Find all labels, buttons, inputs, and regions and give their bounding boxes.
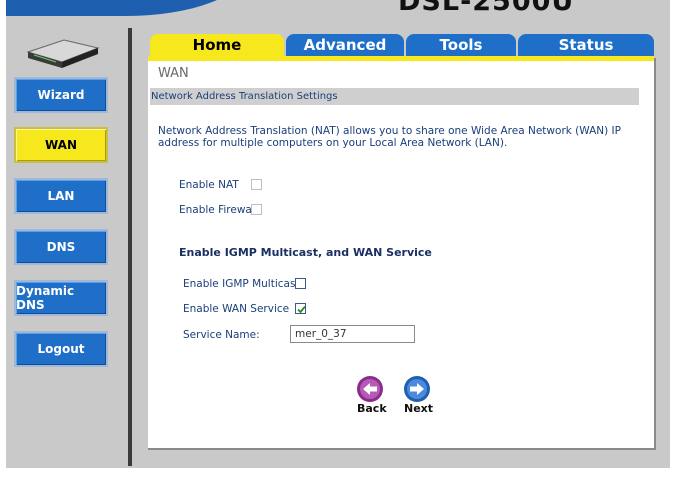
sidebar-item-dns[interactable]: DNS (14, 229, 108, 265)
left-arrow-circle-icon[interactable] (356, 375, 384, 403)
tab-tools[interactable]: Tools (406, 34, 516, 56)
tab-status[interactable]: Status (518, 34, 654, 56)
tab-label: Home (192, 36, 242, 54)
sidebar-item-label: Wizard (37, 88, 85, 102)
sidebar-item-wan[interactable]: WAN (14, 127, 108, 163)
tab-label: Advanced (303, 36, 387, 54)
tab-home[interactable]: Home (150, 34, 284, 56)
page-title: WAN (158, 66, 189, 81)
service-name-input[interactable] (290, 325, 415, 343)
section-header: Network Address Translation Settings (150, 88, 639, 105)
enable-wan-service-checkbox[interactable] (295, 303, 306, 314)
sidebar-item-wizard[interactable]: Wizard (14, 77, 108, 113)
enable-firewall-label: Enable Firewall (179, 204, 258, 216)
enable-nat-label: Enable NAT (179, 179, 239, 191)
tab-advanced[interactable]: Advanced (286, 34, 404, 56)
enable-igmp-checkbox[interactable] (295, 278, 306, 289)
sidebar-item-label: LAN (47, 189, 75, 203)
sidebar-item-label: DNS (46, 240, 76, 254)
sidebar-item-label: WAN (44, 138, 78, 152)
sidebar-divider (128, 28, 132, 466)
service-name-label: Service Name: (183, 329, 260, 341)
sidebar-item-label: Dynamic DNS (16, 284, 75, 312)
check-icon (297, 305, 306, 314)
tab-label: Status (558, 36, 614, 54)
enable-nat-checkbox[interactable] (251, 179, 262, 190)
enable-igmp-label: Enable IGMP Multicast (183, 278, 300, 290)
igmp-wan-heading: Enable IGMP Multicast, and WAN Service (179, 246, 432, 259)
sidebar-item-logout[interactable]: Logout (14, 331, 108, 367)
right-arrow-circle-icon[interactable] (403, 375, 431, 403)
enable-wan-service-label: Enable WAN Service (183, 303, 290, 315)
back-button-label[interactable]: Back (357, 402, 387, 415)
tab-label: Tools (439, 36, 483, 54)
next-button-label[interactable]: Next (404, 402, 433, 415)
sidebar-item-dynamic-dns[interactable]: Dynamic DNS (14, 280, 108, 316)
sidebar-item-label: Logout (37, 342, 85, 356)
enable-firewall-checkbox[interactable] (251, 204, 262, 215)
router-device-icon (26, 39, 100, 68)
sidebar-item-lan[interactable]: LAN (14, 178, 108, 214)
nat-description: Network Address Translation (NAT) allows… (158, 125, 621, 149)
page-frame: DSL-2500U Wizard WAN LAN DNS Dynamic DNS… (0, 0, 699, 478)
tab-underline (148, 56, 654, 61)
model-name: DSL-2500U (398, 0, 575, 17)
